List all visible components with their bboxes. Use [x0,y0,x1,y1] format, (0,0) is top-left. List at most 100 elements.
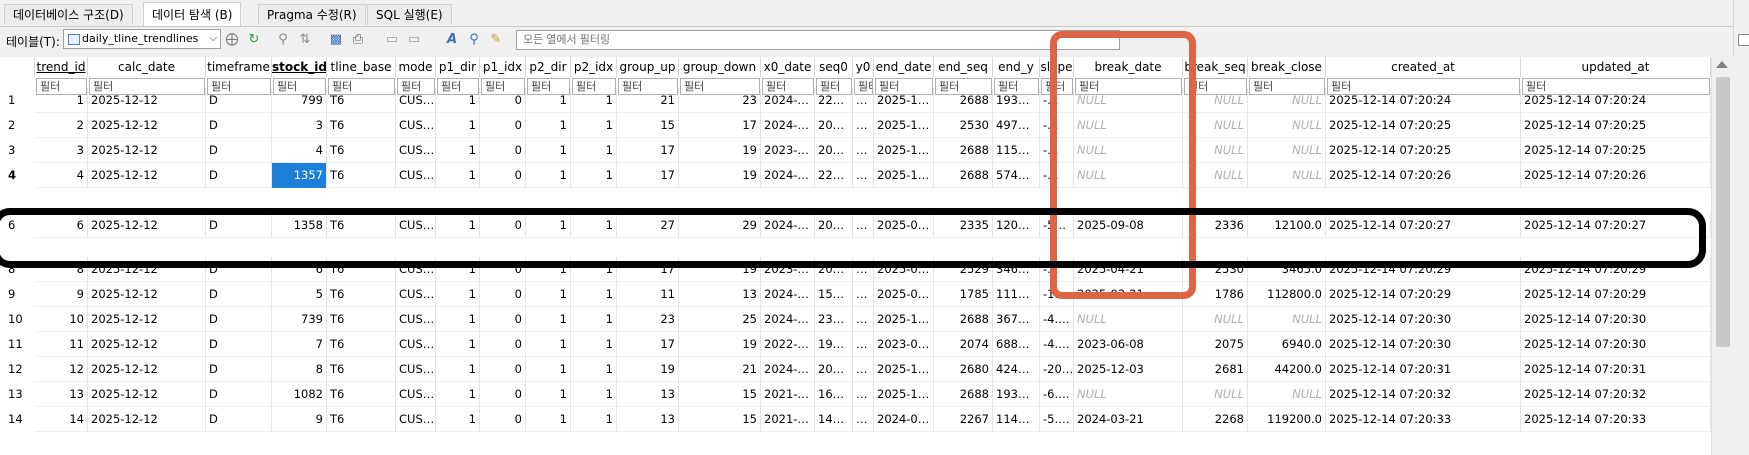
cell-break-date[interactable]: 2025-12-03 [1074,357,1183,382]
cell-updated-at[interactable]: 2025-12-14 07:20:25 [1521,138,1711,163]
cell-seq0[interactable]: 20… [815,138,853,163]
cell-seq0[interactable]: 15… [815,282,853,307]
cell-updated-at[interactable]: 2025-12-14 07:20:25 [1521,113,1711,138]
cell-group-down[interactable]: 23 [679,88,761,113]
cell-end-y[interactable]: 115… [993,138,1040,163]
cell-stock-id[interactable]: 7 [272,332,327,357]
cell-break-close[interactable]: NULL [1248,163,1326,188]
cell-end-seq[interactable]: 2688 [934,163,993,188]
cell-end-date[interactable]: 2025-1… [874,307,934,332]
cell-end-date[interactable]: 2025-1… [874,163,934,188]
cell-tline-base[interactable]: T6 [327,88,396,113]
cell-mode[interactable]: CUS… [396,88,436,113]
cell-group-up[interactable]: 11 [617,282,679,307]
cell-calc-date[interactable]: 2025-12-12 [88,113,206,138]
column-header-y0[interactable]: y0 [853,57,874,77]
cell-created-at[interactable]: 2025-12-14 07:20:25 [1326,138,1521,163]
cell-slope[interactable]: -4.… [1040,332,1074,357]
cell-y0[interactable]: … [853,282,874,307]
cell-stock-id[interactable]: 799 [272,88,327,113]
cell-p1-idx[interactable]: 0 [480,407,526,432]
cell-p2-dir[interactable]: 1 [526,332,571,357]
cell-group-down[interactable]: 13 [679,282,761,307]
cell-p2-dir[interactable]: 1 [526,113,571,138]
column-header-group-down[interactable]: group_down [679,57,761,77]
row-header[interactable]: 13 [0,382,35,407]
cell-p1-dir[interactable]: 1 [436,88,480,113]
cell-calc-date[interactable]: 2025-12-12 [88,307,206,332]
cell-trend-id[interactable]: 14 [35,407,88,432]
cell-end-seq[interactable]: 2680 [934,357,993,382]
cell-p1-dir[interactable]: 1 [436,138,480,163]
cell-stock-id[interactable]: 739 [272,307,327,332]
row-header[interactable]: 10 [0,307,35,332]
cell-end-date[interactable]: 2025-1… [874,113,934,138]
tab-database-structure[interactable]: 데이터베이스 구조(D) [4,4,133,25]
cell-x0-date[interactable]: 2024-… [761,282,815,307]
font-icon[interactable]: A [444,32,460,48]
cell-y0[interactable]: … [853,163,874,188]
cell-timeframe[interactable]: D [206,138,272,163]
column-header-p2-dir[interactable]: p2_dir [526,57,571,77]
cell-end-y[interactable]: 193… [993,382,1040,407]
cell-break-close[interactable]: 6940.0 [1248,332,1326,357]
cell-slope[interactable]: -6.… [1040,382,1074,407]
cell-trend-id[interactable]: 12 [35,357,88,382]
cell-end-y[interactable]: 424… [993,357,1040,382]
cell-stock-id[interactable]: 1082 [272,382,327,407]
cell-trend-id[interactable]: 11 [35,332,88,357]
cell-calc-date[interactable]: 2025-12-12 [88,332,206,357]
cell-calc-date[interactable]: 2025-12-12 [88,88,206,113]
cell-calc-date[interactable]: 2025-12-12 [88,282,206,307]
column-header-p1-dir[interactable]: p1_dir [436,57,480,77]
cell-end-seq[interactable]: 2267 [934,407,993,432]
cell-mode[interactable]: CUS… [396,307,436,332]
cell-p1-idx[interactable]: 0 [480,138,526,163]
column-header-end-y[interactable]: end_y [993,57,1040,77]
cell-tline-base[interactable]: T6 [327,282,396,307]
column-header-x0-date[interactable]: x0_date [761,57,815,77]
cell-p1-dir[interactable]: 1 [436,307,480,332]
find-icon[interactable]: ⚲ [466,32,482,48]
cell-tline-base[interactable]: T6 [327,332,396,357]
cell-updated-at[interactable]: 2025-12-14 07:20:30 [1521,332,1711,357]
cell-p2-dir[interactable]: 1 [526,307,571,332]
cell-p2-dir[interactable]: 1 [526,163,571,188]
cell-timeframe[interactable]: D [206,332,272,357]
cell-p2-idx[interactable]: 1 [571,357,617,382]
cell-x0-date[interactable]: 2024-… [761,88,815,113]
cell-y0[interactable]: … [853,382,874,407]
cell-y0[interactable]: … [853,113,874,138]
cell-break-close[interactable]: NULL [1248,113,1326,138]
cell-mode[interactable]: CUS… [396,138,436,163]
cell-y0[interactable]: … [853,307,874,332]
cell-group-down[interactable]: 25 [679,307,761,332]
cell-created-at[interactable]: 2025-12-14 07:20:24 [1326,88,1521,113]
cell-p2-dir[interactable]: 1 [526,282,571,307]
cell-group-up[interactable]: 17 [617,163,679,188]
cell-mode[interactable]: CUS… [396,382,436,407]
cell-end-seq[interactable]: 2688 [934,307,993,332]
tab-execute-sql[interactable]: SQL 실행(E) [367,4,452,25]
cell-end-date[interactable]: 2025-1… [874,138,934,163]
cell-group-down[interactable]: 19 [679,138,761,163]
cell-p1-idx[interactable]: 0 [480,307,526,332]
cell-stock-id[interactable]: 5 [272,282,327,307]
column-header-trend-id[interactable]: trend_id [35,57,88,77]
cell-break-close[interactable]: 112800.0 [1248,282,1326,307]
cell-created-at[interactable]: 2025-12-14 07:20:25 [1326,113,1521,138]
cell-break-seq[interactable]: 2268 [1183,407,1248,432]
cell-break-close[interactable]: NULL [1248,138,1326,163]
cell-p2-idx[interactable]: 1 [571,282,617,307]
row-header[interactable]: 14 [0,407,35,432]
cell-group-down[interactable]: 17 [679,113,761,138]
column-header-stock-id[interactable]: stock_id [272,57,327,77]
cell-group-up[interactable]: 17 [617,332,679,357]
cell-p1-idx[interactable]: 0 [480,113,526,138]
cell-break-close[interactable]: 119200.0 [1248,407,1326,432]
cell-y0[interactable]: … [853,138,874,163]
cell-end-seq[interactable]: 2688 [934,382,993,407]
cell-p1-idx[interactable]: 0 [480,357,526,382]
cell-created-at[interactable]: 2025-12-14 07:20:30 [1326,332,1521,357]
cell-group-down[interactable]: 15 [679,382,761,407]
